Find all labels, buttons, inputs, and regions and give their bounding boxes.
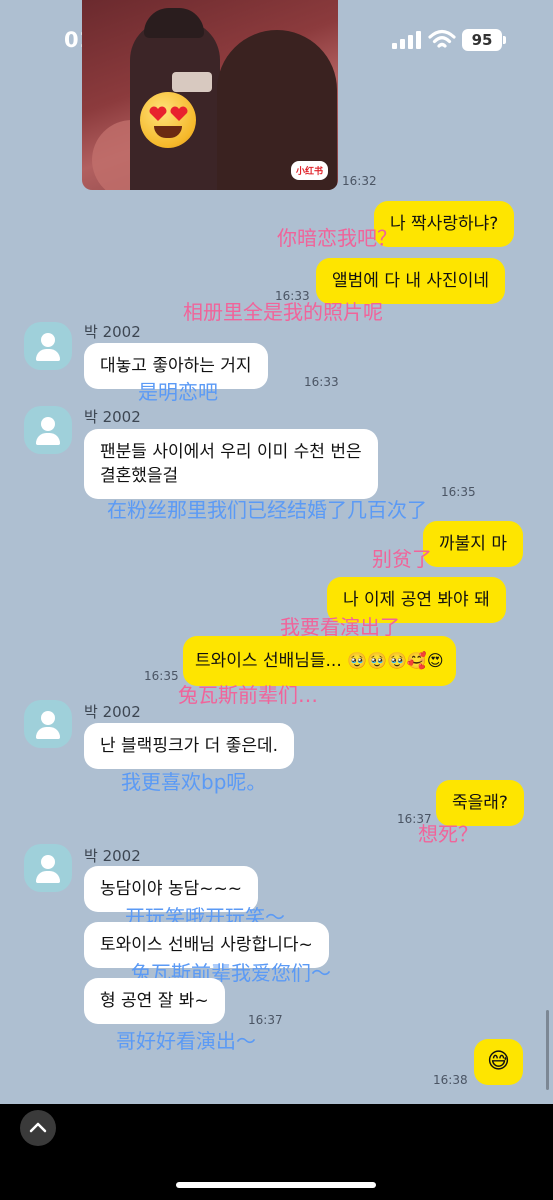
heart-eyes-emoji-icon (140, 92, 196, 148)
message-line: 결혼했을걸 (100, 466, 179, 486)
translation-caption: 你暗恋我吧？ (277, 226, 397, 250)
timestamp: 16:32 (342, 174, 377, 188)
translation-caption: 想死？ (418, 822, 478, 846)
translation-caption: 在粉丝那里我们已经结婚了几百次了 (107, 498, 427, 522)
signal-icon (392, 31, 421, 49)
photo-shirt (172, 72, 212, 92)
photo-message[interactable]: 小红书 (82, 0, 338, 190)
avatar[interactable] (24, 844, 72, 892)
wifi-icon (428, 29, 456, 48)
translation-caption: 我更喜欢bp呢。 (121, 770, 267, 794)
avatar[interactable] (24, 322, 72, 370)
photo-watermark: 小红书 (290, 161, 328, 180)
message-bubble-received[interactable]: 형 공연 잘 봐~ (84, 978, 225, 1024)
sender-name: 박 2002 (84, 323, 141, 341)
translation-caption: 相册里全是我的照片呢 (183, 300, 383, 324)
sender-name: 박 2002 (84, 847, 141, 865)
message-bubble-sent[interactable]: 😅 (474, 1039, 523, 1085)
translation-caption: 哥好好看演出～ (116, 1029, 256, 1053)
message-bubble-received[interactable]: 난 블랙핑크가 더 좋은데. (84, 723, 295, 769)
message-bubble-received[interactable]: 팬분들 사이에서 우리 이미 수천 번은 결혼했을걸 (84, 429, 378, 499)
battery-tip (503, 36, 506, 44)
translation-caption: 兔瓦斯前辈们… (178, 683, 318, 707)
photo-cap (144, 8, 204, 38)
timestamp: 16:38 (433, 1073, 468, 1087)
emoji-icon: 🥹🥹🥹🥰😍 (347, 651, 444, 670)
message-bubble-sent[interactable]: 까불지 마 (423, 521, 523, 567)
timestamp: 16:35 (144, 669, 179, 683)
avatar[interactable] (24, 700, 72, 748)
translation-caption: 是明恋吧 (138, 380, 218, 404)
scroll-up-button[interactable] (20, 1110, 56, 1146)
translation-caption: 别贫了 (372, 547, 432, 571)
timestamp: 16:33 (304, 375, 339, 389)
timestamp: 16:35 (441, 485, 476, 499)
battery-indicator: 95 (462, 29, 502, 51)
message-line: 팬분들 사이에서 우리 이미 수천 번은 (100, 442, 362, 462)
avatar[interactable] (24, 406, 72, 454)
home-indicator[interactable] (176, 1182, 376, 1188)
chevron-up-icon (29, 1122, 47, 1133)
scrollbar[interactable] (546, 1010, 549, 1090)
sender-name: 박 2002 (84, 408, 141, 426)
message-text: 트와이스 선배님들... (195, 651, 342, 671)
sender-name: 박 2002 (84, 703, 141, 721)
